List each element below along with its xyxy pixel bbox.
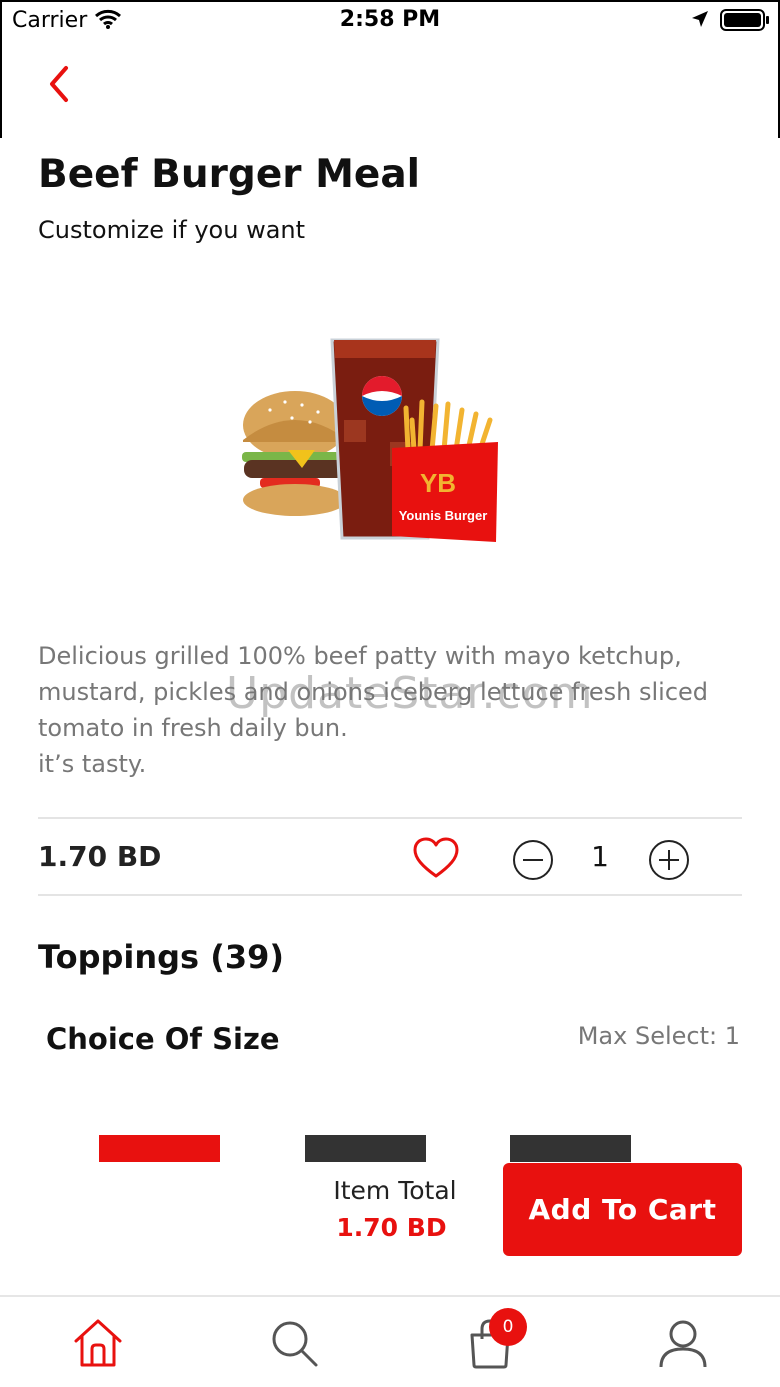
minus-circle-icon: [513, 840, 553, 880]
product-title: Beef Burger Meal: [38, 152, 421, 197]
home-icon: [74, 1319, 122, 1367]
location-arrow-icon: [690, 9, 710, 33]
decrease-quantity-button[interactable]: [512, 839, 554, 886]
burger-illustration: [242, 391, 350, 516]
bottom-tab-bar: [0, 1295, 780, 1387]
fries-illustration: YB Younis Burger: [392, 399, 498, 542]
product-subtitle: Customize if you want: [38, 216, 306, 244]
battery-icon: [720, 9, 770, 35]
favorite-button[interactable]: [412, 836, 460, 885]
profile-icon: [659, 1320, 707, 1368]
product-image: YB Younis Burger: [240, 330, 510, 550]
divider-top: [38, 817, 742, 819]
size-option-tab[interactable]: [510, 1135, 631, 1162]
status-bar: Carrier 2:58 PM: [0, 0, 780, 40]
increase-quantity-button[interactable]: [648, 839, 690, 886]
max-select-label: Max Select: 1: [577, 1022, 740, 1050]
tab-search[interactable]: [266, 1315, 322, 1371]
tab-home[interactable]: [70, 1315, 126, 1371]
item-total-label: Item Total: [333, 1176, 457, 1205]
quantity-value: 1: [591, 840, 609, 873]
item-total-value: 1.70 BD: [336, 1213, 447, 1242]
chevron-left-icon: [50, 66, 68, 102]
plus-circle-icon: [649, 840, 689, 880]
size-option-tab-selected[interactable]: [99, 1135, 220, 1162]
toppings-title: Toppings (39): [38, 938, 284, 976]
size-option-tab[interactable]: [305, 1135, 426, 1162]
back-button[interactable]: [40, 62, 80, 106]
svg-text:YB: YB: [420, 468, 456, 498]
divider-bottom: [38, 894, 742, 896]
status-time: 2:58 PM: [339, 7, 441, 32]
tab-profile[interactable]: [655, 1315, 711, 1371]
svg-text:Younis Burger: Younis Burger: [399, 508, 488, 523]
cart-count-badge: 0: [489, 1308, 527, 1346]
heart-icon: [413, 837, 459, 878]
topping-group-title: Choice Of Size: [46, 1022, 280, 1056]
watermark-text: UpdateStar.com: [226, 668, 594, 719]
search-icon: [272, 1321, 318, 1367]
add-to-cart-button[interactable]: Add To Cart: [503, 1163, 742, 1256]
product-price: 1.70 BD: [38, 840, 162, 873]
